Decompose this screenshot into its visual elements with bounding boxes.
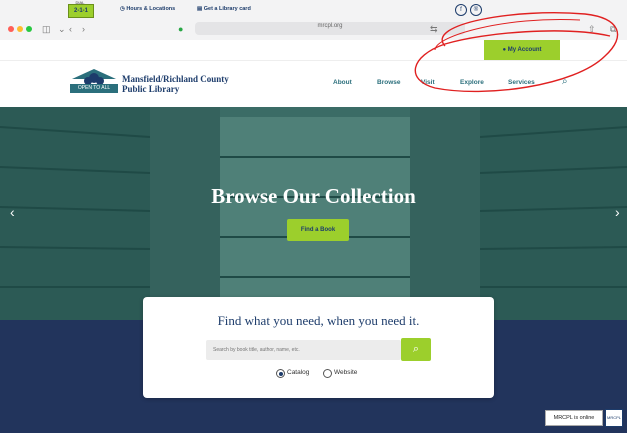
logo-tagline: OPEN TO ALL <box>77 85 111 91</box>
find-a-book-button[interactable]: Find a Book <box>287 219 349 241</box>
forward-icon[interactable]: › <box>82 24 85 34</box>
chat-status-button[interactable]: MRCPL is online <box>545 410 603 426</box>
dial-211-badge[interactable]: 2-1-1 <box>68 4 94 18</box>
minimize-window-button[interactable] <box>17 26 23 32</box>
hours-link[interactable]: ◷ Hours & Locations <box>120 6 175 12</box>
search-icon: ⌕ <box>412 343 420 355</box>
search-submit-button[interactable]: ⌕ <box>401 338 431 361</box>
bookshelf-background <box>0 107 627 320</box>
website-radio[interactable] <box>323 369 332 378</box>
library-name-line1: Mansfield/Richland County <box>122 74 229 84</box>
library-card-link[interactable]: ▤ Get a Library card <box>197 6 251 12</box>
chevron-down-icon[interactable]: ⌄ <box>58 24 66 35</box>
library-logo[interactable]: OPEN TO ALL <box>68 67 120 97</box>
search-card-title: Find what you need, when you need it. <box>217 313 420 328</box>
catalog-radio[interactable] <box>276 369 285 378</box>
library-card-link-label: Get a Library card <box>203 6 251 12</box>
nav-about[interactable]: About <box>333 79 352 86</box>
close-window-button[interactable] <box>8 26 14 32</box>
website-radio-label[interactable]: Website <box>334 369 357 376</box>
back-icon[interactable]: ‹ <box>69 24 72 34</box>
extension-icon[interactable]: ● <box>178 24 183 34</box>
sidebar-icon[interactable]: ◫ <box>42 24 51 35</box>
annotation-circle <box>414 12 619 93</box>
nav-browse[interactable]: Browse <box>377 79 400 86</box>
library-name-line2: Public Library <box>122 84 180 94</box>
chat-widget-logo[interactable]: MRCPL <box>605 409 623 427</box>
hero-banner <box>0 107 627 320</box>
catalog-radio-label[interactable]: Catalog <box>287 369 309 376</box>
hero-title: Browse Our Collection <box>211 184 416 208</box>
catalog-search-input[interactable] <box>206 340 401 360</box>
card-icon: ▤ <box>197 6 204 12</box>
library-logo-graphic <box>70 69 118 93</box>
zoom-window-button[interactable] <box>26 26 32 32</box>
hours-link-label: Hours & Locations <box>126 6 176 12</box>
